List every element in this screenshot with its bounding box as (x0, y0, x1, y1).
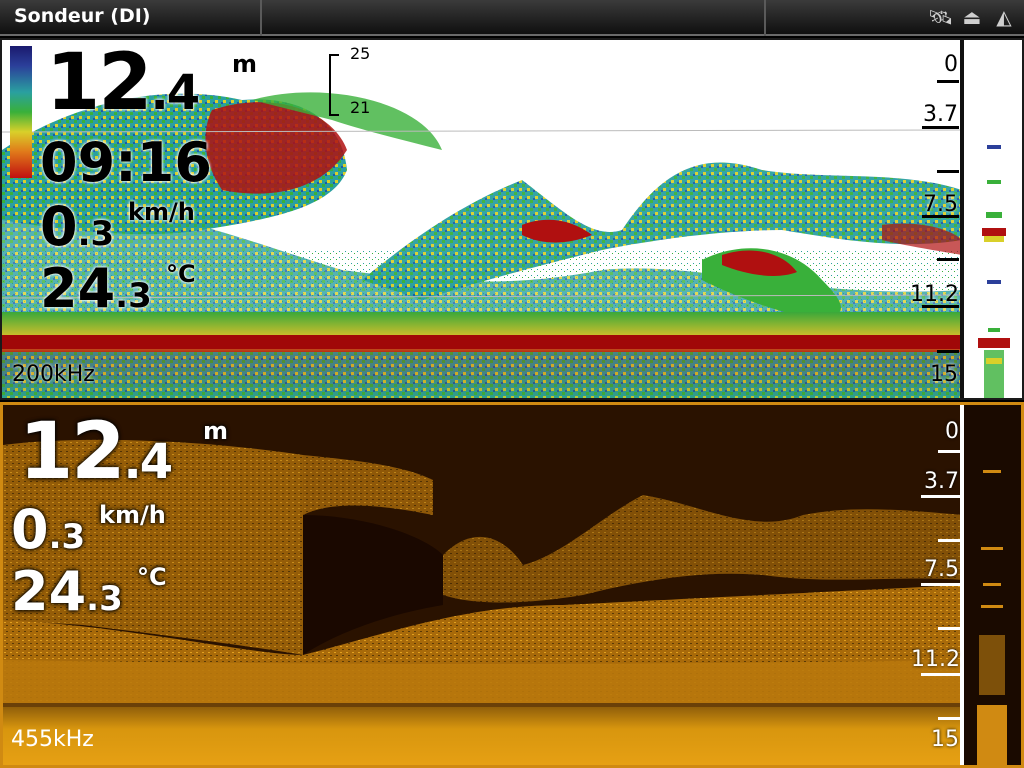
title-bar: Sondeur (DI) 🛰 ⏏ ◭ (0, 0, 1024, 36)
speed-unit: km/h (99, 501, 166, 529)
compass-icon[interactable]: ◭ (992, 5, 1016, 29)
depth-unit: m (232, 50, 258, 78)
temperature-readout: 24.3 (11, 560, 123, 623)
temperature-readout: 24.3 (40, 257, 152, 320)
depth-tick (938, 539, 960, 542)
depth-unit: m (203, 417, 229, 445)
depth-scale-label: 3.7 (924, 469, 959, 494)
zoom-lower-label: 21 (350, 98, 371, 117)
depth-readout: 12.4 (46, 38, 200, 128)
down-imaging-panel[interactable]: 12.4 m 0.3 km/h 24.3 °C 455kHz 0 3.7 7.5… (0, 402, 1024, 768)
color-scale-bar (10, 46, 32, 178)
sonar-transducer-icon[interactable]: ⏏ (960, 5, 984, 29)
depth-scale-label: 7.5 (923, 192, 958, 217)
depth-tick (937, 80, 959, 83)
depth-tick (922, 305, 959, 308)
depth-tick (937, 258, 959, 261)
window-title: Sondeur (DI) (14, 5, 151, 27)
depth-tick (937, 350, 959, 353)
depth-tick (921, 495, 960, 498)
depth-scale-label: 15 (930, 362, 958, 387)
satellite-icon[interactable]: 🛰 (928, 5, 953, 29)
depth-scale-label: 0 (944, 52, 958, 77)
depth-scale-label: 0 (945, 419, 959, 444)
depth-scale-label: 15 (931, 727, 959, 752)
time-readout: 09:16 (40, 131, 212, 194)
sonar-2d-panel[interactable]: 12.4 m 09:16 0.3 km/h 24.3 °C 25 21 200k… (0, 38, 1024, 400)
zoom-range-bracket (329, 54, 339, 116)
depth-readout: 12.4 (19, 407, 173, 497)
depth-tick (922, 126, 959, 129)
temperature-unit: °C (137, 563, 167, 591)
depth-scale-label: 11.2 (910, 282, 959, 307)
speed-readout: 0.3 (11, 498, 86, 561)
title-separator (764, 0, 766, 36)
depth-tick (938, 717, 960, 720)
depth-tick (921, 583, 960, 586)
depth-tick (938, 627, 960, 630)
temperature-unit: °C (166, 260, 196, 288)
title-separator (260, 0, 262, 36)
depth-scale-label: 11.2 (911, 647, 960, 672)
depth-tick (937, 170, 959, 173)
speed-unit: km/h (128, 198, 195, 226)
depth-tick (921, 673, 960, 676)
depth-scale-label: 3.7 (923, 102, 958, 127)
frequency-label: 200kHz (12, 362, 95, 387)
depth-tick (938, 450, 960, 453)
frequency-label: 455kHz (11, 727, 94, 752)
depth-scale-label: 7.5 (924, 557, 959, 582)
speed-readout: 0.3 (40, 195, 115, 258)
depth-tick (922, 215, 959, 218)
zoom-upper-label: 25 (350, 44, 371, 63)
status-icons: 🛰 ⏏ ◭ (928, 5, 1016, 29)
